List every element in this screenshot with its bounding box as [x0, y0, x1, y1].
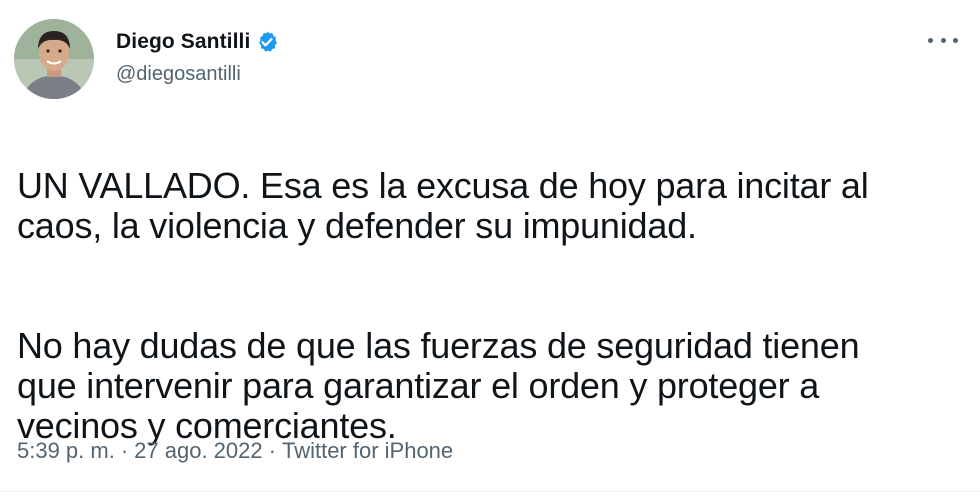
- avatar[interactable]: [14, 19, 94, 99]
- author-display-name[interactable]: Diego Santilli: [116, 30, 250, 54]
- tweet-card: Diego Santilli @diegosantilli UN VALLADO…: [0, 0, 980, 500]
- divider: [0, 491, 980, 492]
- separator: ·: [268, 438, 276, 463]
- more-dot: [953, 37, 958, 43]
- verified-badge-icon: [255, 30, 279, 54]
- tweet-metadata: 5:39 p. m. · 27 ago. 2022 · Twitter for …: [17, 438, 453, 464]
- tweet-date[interactable]: 27 ago. 2022: [134, 438, 262, 464]
- separator: ·: [120, 438, 129, 463]
- profile-photo-icon: [14, 19, 94, 99]
- author-handle[interactable]: @diegosantilli: [116, 63, 241, 86]
- more-options-icon[interactable]: [928, 30, 958, 50]
- tweet-source[interactable]: Twitter for iPhone: [282, 438, 453, 464]
- more-dot: [928, 37, 933, 43]
- tweet-paragraph-1: UN VALLADO. Esa es la excusa de hoy para…: [17, 165, 869, 246]
- tweet-text: UN VALLADO. Esa es la excusa de hoy para…: [17, 126, 967, 486]
- tweet-paragraph-2: No hay dudas de que las fuerzas de segur…: [17, 325, 860, 446]
- tweet-time[interactable]: 5:39 p. m.: [17, 438, 115, 464]
- author-name-row[interactable]: Diego Santilli: [116, 28, 279, 56]
- more-dot: [940, 37, 946, 43]
